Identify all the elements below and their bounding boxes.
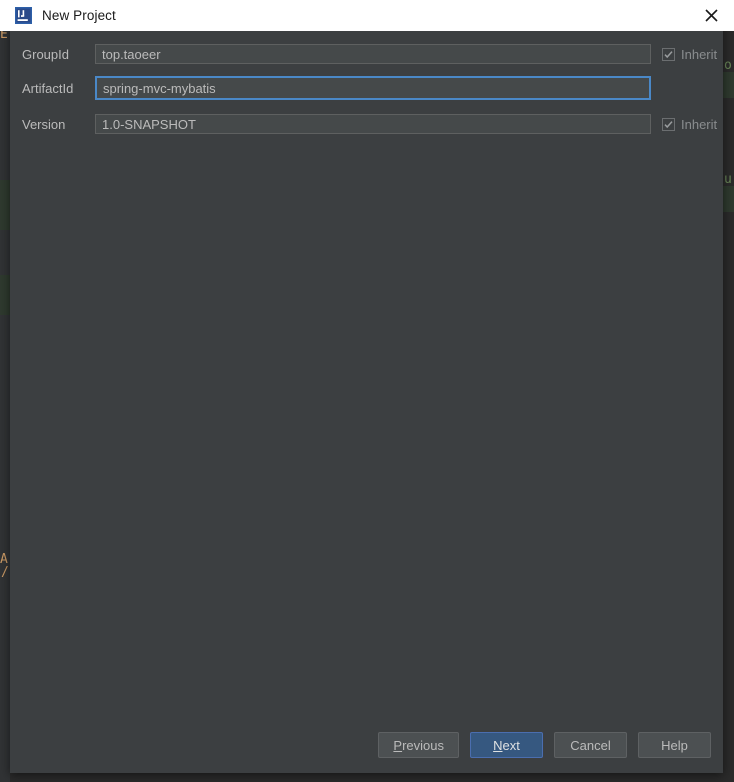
inherit-label: Inherit xyxy=(681,46,718,62)
field-label-version: Version xyxy=(22,116,66,132)
inherit-checkbox[interactable] xyxy=(662,117,675,131)
dialog-button-bar: Previous Next Cancel Help xyxy=(10,731,723,759)
artifactid-input[interactable]: spring-mvc-mybatis xyxy=(95,76,651,100)
button-mnemonic: P xyxy=(393,737,403,753)
inherit-checkbox[interactable] xyxy=(662,47,675,61)
inherit-group-groupid[interactable]: Inherit xyxy=(662,47,717,62)
groupid-input[interactable]: top.taoeer xyxy=(95,44,651,64)
form-row-groupid: GroupId top.taoeer Inherit xyxy=(10,43,723,65)
cancel-button[interactable]: Cancel xyxy=(554,732,627,758)
dialog-title-bar: New Project xyxy=(0,0,734,31)
ide-code-block xyxy=(0,275,10,315)
button-label-suffix: revious xyxy=(402,737,444,753)
button-label: Cancel xyxy=(570,737,611,753)
ide-gutter-strip xyxy=(0,0,10,782)
ide-code-block xyxy=(723,186,734,212)
field-label-groupid: GroupId xyxy=(22,46,69,62)
dialog-content: GroupId top.taoeer Inherit ArtifactId spring… xyxy=(10,31,723,773)
inherit-label: Inherit xyxy=(681,116,718,132)
ide-code-block xyxy=(723,72,734,98)
field-label-artifactid: ArtifactId xyxy=(22,80,74,96)
help-button[interactable]: Help xyxy=(638,732,711,758)
ide-code-token: o xyxy=(724,58,732,73)
ide-code-token: u xyxy=(724,172,732,187)
button-label-suffix: ext xyxy=(502,737,520,753)
intellij-idea-icon xyxy=(15,7,32,24)
version-input[interactable]: 1.0-SNAPSHOT xyxy=(95,114,651,134)
dialog-title: New Project xyxy=(42,8,116,23)
ide-code-token: / xyxy=(1,565,9,580)
form-row-version: Version 1.0-SNAPSHOT Inherit xyxy=(10,113,723,135)
previous-button[interactable]: Previous xyxy=(378,732,459,758)
button-label: Help xyxy=(661,737,688,753)
form-row-artifactid: ArtifactId spring-mvc-mybatis xyxy=(10,76,723,100)
close-icon[interactable] xyxy=(688,0,734,31)
button-mnemonic: N xyxy=(493,737,503,753)
inherit-group-version[interactable]: Inherit xyxy=(662,117,717,132)
ide-code-block xyxy=(0,180,10,230)
next-button[interactable]: Next xyxy=(470,732,543,758)
